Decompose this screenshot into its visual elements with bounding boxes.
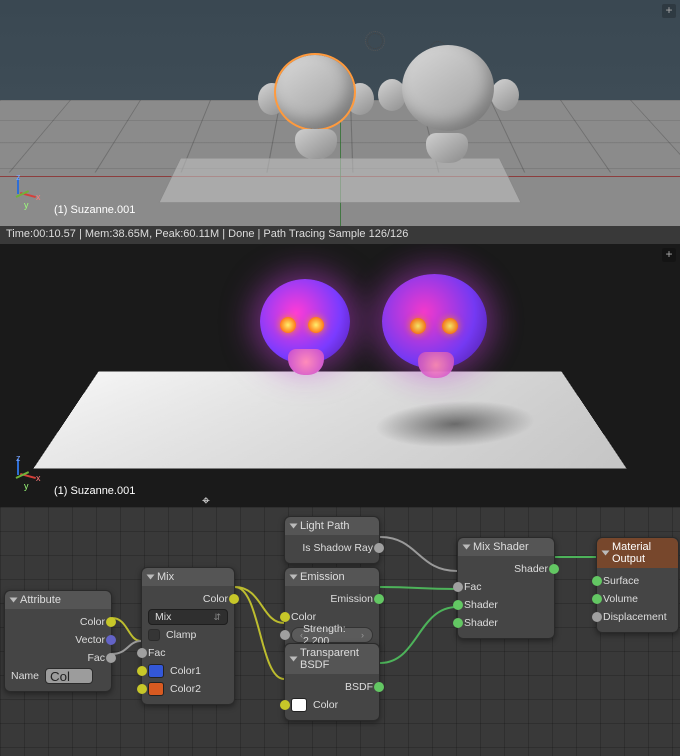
node-title: Attribute — [20, 594, 61, 606]
socket-label: Displacement — [603, 611, 667, 623]
socket-in-volume[interactable] — [592, 594, 602, 604]
socket-in-shader2[interactable] — [453, 618, 463, 628]
socket-in-fac[interactable] — [453, 582, 463, 592]
chevron-icon: ⇵ — [213, 612, 221, 623]
node-title: Mix — [157, 571, 174, 583]
mouse-cursor-icon: ⌖ — [202, 492, 210, 507]
socket-in-color2[interactable] — [137, 684, 147, 694]
viewport-3d[interactable]: zxy (1) Suzanne.001 + — [0, 0, 680, 226]
node-title: Emission — [300, 571, 345, 583]
viewport-render[interactable]: zxy (1) Suzanne.001 ⌖ + — [0, 244, 680, 507]
socket-in-color[interactable] — [280, 700, 290, 710]
node-header[interactable]: Material Output — [597, 538, 678, 568]
socket-label: Volume — [603, 593, 638, 605]
shadow — [357, 399, 554, 449]
node-header[interactable]: Mix — [142, 568, 234, 586]
collapse-icon[interactable] — [463, 545, 471, 550]
socket-in-strength[interactable] — [280, 630, 290, 640]
active-object-label: (1) Suzanne.001 — [54, 204, 135, 216]
socket-label: Color1 — [170, 665, 201, 677]
socket-label: Shader — [464, 617, 498, 629]
socket-label: Shader — [464, 599, 498, 611]
socket-in-color1[interactable] — [137, 666, 147, 676]
node-title: Light Path — [300, 520, 350, 532]
node-header[interactable]: Light Path — [285, 517, 379, 535]
node-mix-rgb[interactable]: Mix Color Mix ⇵ Clamp Fac Color1 Color2 — [141, 567, 235, 705]
select-value: Mix — [155, 611, 171, 623]
node-header[interactable]: Attribute — [5, 591, 111, 609]
socket-label: Color2 — [170, 683, 201, 695]
node-header[interactable]: Emission — [285, 568, 379, 586]
socket-in-surface[interactable] — [592, 576, 602, 586]
render-suzanne-1 — [260, 279, 350, 364]
collapse-icon[interactable] — [290, 575, 298, 580]
socket-in-displacement[interactable] — [592, 612, 602, 622]
suzanne-002[interactable] — [380, 45, 515, 175]
socket-label: Color — [203, 593, 228, 605]
field-label: Strength: — [303, 623, 346, 635]
node-title: Transparent BSDF — [300, 647, 373, 671]
socket-label: Vector — [75, 634, 105, 646]
socket-out-emission[interactable] — [374, 594, 384, 604]
collapse-icon[interactable] — [10, 598, 18, 603]
node-editor[interactable]: Attribute Color Vector Fac Name Mix Colo… — [0, 507, 680, 756]
render-suzanne-2 — [382, 274, 487, 369]
collapse-icon[interactable] — [602, 551, 610, 556]
socket-out-shader[interactable] — [549, 564, 559, 574]
active-object-label-render: (1) Suzanne.001 — [54, 485, 135, 497]
socket-out-fac[interactable] — [106, 653, 116, 663]
node-mix-shader[interactable]: Mix Shader Shader Fac Shader Shader — [457, 537, 555, 639]
socket-label: Emission — [330, 593, 373, 605]
node-light-path[interactable]: Light Path Is Shadow Ray — [284, 516, 380, 564]
socket-out-color[interactable] — [229, 594, 239, 604]
socket-in-color[interactable] — [280, 612, 290, 622]
strength-field[interactable]: ‹Strength: 2.200› — [291, 627, 373, 643]
collapse-icon[interactable] — [290, 657, 298, 662]
socket-label: Color — [313, 699, 338, 711]
socket-label: Color — [291, 611, 316, 623]
suzanne-001[interactable] — [260, 55, 370, 165]
render-status-bar: Time:00:10.57 | Mem:38.65M, Peak:60.11M … — [0, 226, 680, 244]
socket-label: Shader — [514, 563, 548, 575]
node-title: Material Output — [612, 541, 672, 565]
node-title: Mix Shader — [473, 541, 529, 553]
axis-gizmo-render: zxy — [14, 459, 44, 489]
socket-label: Is Shadow Ray — [302, 542, 373, 554]
socket-label: Fac — [148, 647, 166, 659]
socket-label: Surface — [603, 575, 639, 587]
clamp-checkbox[interactable] — [148, 629, 160, 641]
node-header[interactable]: Transparent BSDF — [285, 644, 379, 674]
socket-out-color[interactable] — [106, 617, 116, 627]
socket-label: BSDF — [345, 681, 373, 693]
node-attribute[interactable]: Attribute Color Vector Fac Name — [4, 590, 112, 692]
node-material-output[interactable]: Material Output Surface Volume Displacem… — [596, 537, 679, 633]
checkbox-label: Clamp — [166, 629, 196, 641]
color2-swatch[interactable] — [148, 682, 164, 696]
blend-mode-select[interactable]: Mix ⇵ — [148, 609, 228, 625]
socket-label: Fac — [87, 652, 105, 664]
socket-out-bsdf[interactable] — [374, 682, 384, 692]
node-transparent-bsdf[interactable]: Transparent BSDF BSDF Color — [284, 643, 380, 721]
node-header[interactable]: Mix Shader — [458, 538, 554, 556]
socket-label: Color — [80, 616, 105, 628]
expand-toolbar-icon-render[interactable]: + — [662, 248, 676, 262]
collapse-icon[interactable] — [290, 524, 298, 529]
attribute-name-field[interactable] — [45, 668, 93, 684]
socket-in-shader1[interactable] — [453, 600, 463, 610]
socket-in-fac[interactable] — [137, 648, 147, 658]
axis-gizmo: zxy — [14, 178, 44, 208]
node-emission[interactable]: Emission Emission Color ‹Strength: 2.200… — [284, 567, 380, 651]
socket-out-is-shadow-ray[interactable] — [374, 543, 384, 553]
name-label: Name — [11, 670, 39, 682]
expand-toolbar-icon[interactable]: + — [662, 4, 676, 18]
collapse-icon[interactable] — [147, 575, 155, 580]
color1-swatch[interactable] — [148, 664, 164, 678]
socket-label: Fac — [464, 581, 482, 593]
color-swatch[interactable] — [291, 698, 307, 712]
socket-out-vector[interactable] — [106, 635, 116, 645]
